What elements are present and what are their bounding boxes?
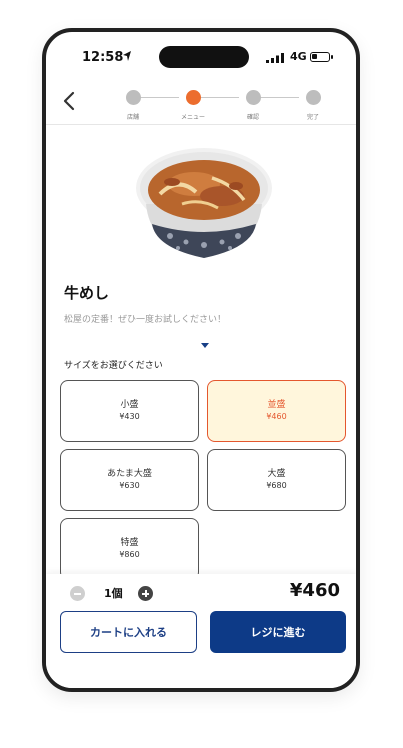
step-dot-confirm xyxy=(246,90,261,105)
size-option-extra-large[interactable]: 特盛 ¥860 xyxy=(60,518,199,580)
size-option-price: ¥680 xyxy=(266,480,287,490)
location-arrow-icon xyxy=(123,51,131,61)
plus-icon[interactable] xyxy=(138,586,153,601)
battery-icon xyxy=(310,52,333,62)
size-option-price: ¥430 xyxy=(119,411,140,421)
phone-frame: 12:58 4G 店舗 メニュー 確認 完了 牛めし 松屋の定番！ぜひ一度お試し… xyxy=(42,28,360,692)
checkout-button[interactable]: レジに進む xyxy=(210,611,346,653)
total-price: ¥460 xyxy=(289,580,340,601)
dynamic-island xyxy=(159,46,249,68)
status-bar: 12:58 4G xyxy=(46,32,356,74)
add-to-cart-button[interactable]: カートに入れる xyxy=(60,611,197,653)
size-option-name: あたま大盛 xyxy=(107,468,152,479)
cellular-signal-icon xyxy=(266,53,284,63)
product-name: 牛めし xyxy=(64,284,110,302)
step-dot-complete xyxy=(306,90,321,105)
size-option-price: ¥860 xyxy=(119,549,140,559)
size-option-price: ¥460 xyxy=(266,411,287,421)
size-option-large[interactable]: 大盛 ¥680 xyxy=(207,449,346,511)
step-label-confirm: 確認 xyxy=(246,114,259,121)
size-option-name: 大盛 xyxy=(267,468,286,479)
clock: 12:58 xyxy=(82,50,124,65)
product-description: 松屋の定番！ぜひ一度お試しください！ xyxy=(64,315,227,325)
size-option-name: 特盛 xyxy=(120,537,139,548)
step-dot-store xyxy=(126,90,141,105)
caret-down-icon xyxy=(201,343,209,348)
header-divider xyxy=(46,124,356,125)
step-label-complete: 完了 xyxy=(306,114,319,121)
size-option-name: 並盛 xyxy=(267,399,286,410)
size-option-name: 小盛 xyxy=(120,399,139,410)
order-bar: 1個 ¥460 カートに入れる レジに進む xyxy=(46,574,356,688)
quantity-value: 1個 xyxy=(104,587,123,600)
size-option-regular[interactable]: 並盛 ¥460 xyxy=(207,380,346,442)
size-option-atama-large[interactable]: あたま大盛 ¥630 xyxy=(60,449,199,511)
step-label-store: 店舗 xyxy=(126,114,139,121)
step-dot-menu xyxy=(186,90,201,105)
network-type: 4G xyxy=(290,50,307,63)
progress-stepper: 店舗 メニュー 確認 完了 xyxy=(116,88,336,128)
product-image xyxy=(136,148,272,258)
minus-icon[interactable] xyxy=(70,586,85,601)
size-prompt: サイズをお選びください xyxy=(64,361,163,371)
step-label-menu: メニュー xyxy=(180,114,205,121)
size-option-price: ¥630 xyxy=(119,480,140,490)
back-chevron-icon[interactable] xyxy=(60,90,78,112)
size-option-small[interactable]: 小盛 ¥430 xyxy=(60,380,199,442)
